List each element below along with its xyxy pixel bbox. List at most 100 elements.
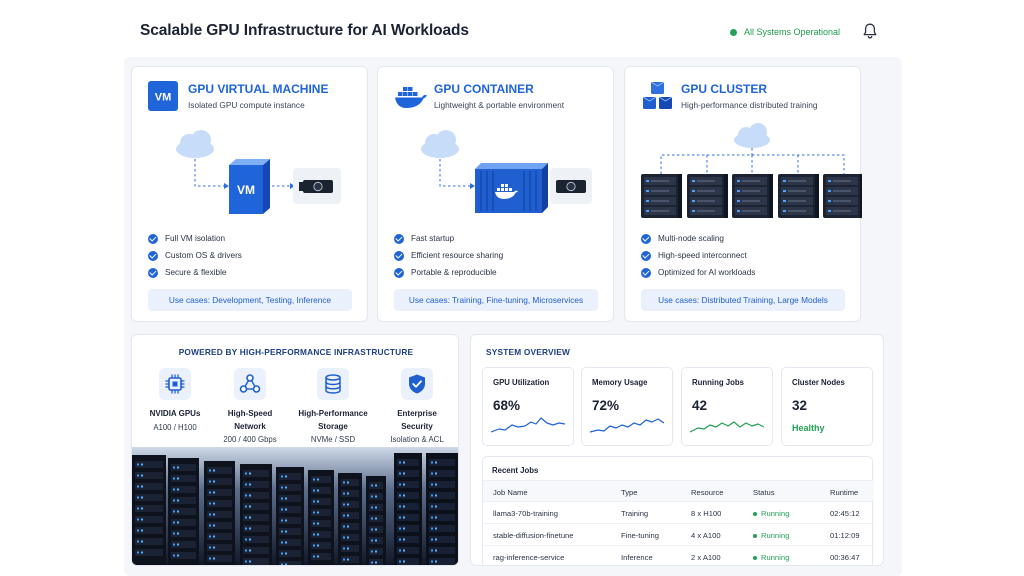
feature-item: High-speed interconnect bbox=[641, 247, 755, 264]
infrastructure-panel: POWERED BY HIGH-PERFORMANCE INFRASTRUCTU… bbox=[131, 334, 459, 566]
cluster-illustration bbox=[641, 123, 862, 218]
server-rack-icon bbox=[687, 174, 728, 218]
server-rack-icon bbox=[732, 174, 773, 218]
page-title: Scalable GPU Infrastructure for AI Workl… bbox=[140, 22, 469, 39]
cubes-cluster-icon bbox=[641, 81, 673, 111]
column-header[interactable]: Type bbox=[621, 488, 637, 497]
server-rack-icon bbox=[366, 476, 386, 565]
page-header: Scalable GPU Infrastructure for AI Workl… bbox=[0, 0, 1024, 62]
metric-label: Running Jobs bbox=[692, 378, 744, 387]
infrastructure-title: POWERED BY HIGH-PERFORMANCE INFRASTRUCTU… bbox=[178, 347, 414, 357]
infra-item-name: Enterprise Security bbox=[397, 409, 437, 431]
card-title: GPU CLUSTER bbox=[681, 82, 768, 96]
system-overview-panel: SYSTEM OVERVIEW GPU Utilization 68% Memo… bbox=[470, 334, 884, 566]
bell-icon[interactable] bbox=[862, 22, 878, 40]
job-status: Running bbox=[753, 553, 789, 562]
system-status[interactable]: All Systems Operational bbox=[730, 27, 840, 37]
job-status: Running bbox=[753, 509, 789, 518]
check-icon bbox=[641, 250, 651, 261]
check-icon bbox=[641, 267, 651, 278]
use-cases-banner: Use cases: Training, Fine-tuning, Micros… bbox=[394, 289, 598, 311]
server-rack-icon bbox=[823, 174, 862, 218]
job-resource: 2 x A100 bbox=[691, 553, 721, 562]
server-rack-icon bbox=[168, 458, 199, 565]
infra-item-storage: High-Performance Storage NVMe / SSD bbox=[293, 368, 373, 444]
sparkline-chart bbox=[690, 421, 764, 433]
docker-whale-icon bbox=[394, 81, 427, 111]
metric-value: 42 bbox=[692, 398, 708, 413]
svg-text:VM: VM bbox=[155, 92, 172, 104]
system-status-label: All Systems Operational bbox=[744, 27, 841, 37]
gpu-cluster-card[interactable]: GPU CLUSTER High-performance distributed… bbox=[624, 66, 862, 322]
check-icon bbox=[148, 267, 158, 278]
metric-card-memory-usage[interactable]: Memory Usage 72% bbox=[581, 367, 673, 446]
server-rack-icon bbox=[426, 453, 458, 565]
metric-card-gpu-utilization[interactable]: GPU Utilization 68% bbox=[482, 367, 574, 446]
feature-item: Optimized for AI workloads bbox=[641, 264, 755, 281]
card-subtitle: High-performance distributed training bbox=[681, 100, 818, 110]
infra-item-name: High-Speed Network bbox=[227, 409, 273, 431]
card-subtitle: Lightweight & portable environment bbox=[434, 100, 565, 110]
table-row[interactable]: llama3-70b-training Training 8 x H100 Ru… bbox=[483, 502, 874, 524]
job-name: stable-diffusion-finetune bbox=[493, 531, 574, 540]
cloud-icon bbox=[734, 123, 770, 148]
metric-card-cluster-nodes[interactable]: Cluster Nodes 32 Healthy bbox=[781, 367, 873, 446]
infra-item-detail: A100 / H100 bbox=[153, 422, 197, 432]
server-rack-icon bbox=[641, 174, 862, 218]
server-rack-icon bbox=[132, 455, 166, 565]
table-row[interactable]: rag-inference-service Inference 2 x A100… bbox=[483, 546, 874, 565]
job-runtime: 00:36:47 bbox=[830, 553, 860, 562]
job-type: Fine-tuning bbox=[621, 531, 659, 540]
gpu-container-card[interactable]: GPU CONTAINER Lightweight & portable env… bbox=[377, 66, 614, 322]
metric-card-running-jobs[interactable]: Running Jobs 42 bbox=[681, 367, 773, 446]
server-rack-icon bbox=[778, 174, 819, 218]
job-resource: 4 x A100 bbox=[691, 531, 721, 540]
card-title: GPU VIRTUAL MACHINE bbox=[188, 82, 329, 96]
recent-jobs-table: Recent Jobs Job Name Type Resource Statu… bbox=[482, 456, 874, 565]
column-header[interactable]: Job Name bbox=[493, 488, 528, 497]
job-name: llama3-70b-training bbox=[493, 509, 559, 518]
column-header[interactable]: Runtime bbox=[830, 488, 858, 497]
datacenter-image bbox=[132, 447, 458, 565]
infra-item-detail: NVMe / SSD bbox=[310, 435, 356, 444]
feature-list: Multi-node scaling High-speed interconne… bbox=[641, 230, 755, 281]
recent-jobs-title: Recent Jobs bbox=[492, 466, 539, 475]
server-rack-icon bbox=[308, 470, 334, 565]
check-icon bbox=[148, 250, 158, 261]
server-rack-icon bbox=[240, 464, 272, 565]
vm-cube-icon: VM bbox=[229, 159, 270, 214]
network-nodes-icon bbox=[234, 368, 266, 400]
job-name: rag-inference-service bbox=[493, 553, 565, 562]
container-illustration bbox=[421, 130, 592, 213]
job-type: Inference bbox=[621, 553, 653, 562]
metric-value: 72% bbox=[592, 398, 620, 413]
table-row[interactable]: stable-diffusion-finetune Fine-tuning 4 … bbox=[483, 524, 874, 546]
feature-item: Custom OS & drivers bbox=[148, 247, 242, 264]
server-rack-icon bbox=[394, 453, 422, 565]
infra-item-security: Enterprise Security Isolation & ACL bbox=[377, 368, 457, 444]
feature-item: Multi-node scaling bbox=[641, 230, 755, 247]
vm-icon: VM bbox=[148, 81, 178, 111]
column-header[interactable]: Status bbox=[753, 488, 775, 497]
table-header: Job Name Type Resource Status Runtime bbox=[483, 480, 874, 502]
shipping-container-icon bbox=[475, 163, 548, 213]
feature-item: Efficient resource sharing bbox=[394, 247, 503, 264]
column-header[interactable]: Resource bbox=[691, 488, 724, 497]
metric-label: Memory Usage bbox=[592, 378, 648, 387]
health-status: Healthy bbox=[792, 423, 825, 433]
use-cases-banner: Use cases: Distributed Training, Large M… bbox=[641, 289, 845, 311]
shield-check-icon bbox=[401, 368, 433, 400]
feature-item: Portable & reproducible bbox=[394, 264, 503, 281]
feature-item: Fast startup bbox=[394, 230, 503, 247]
gpu-card-icon bbox=[293, 168, 341, 204]
database-icon bbox=[317, 368, 349, 400]
metric-value: 68% bbox=[493, 398, 521, 413]
metric-value: 32 bbox=[792, 398, 808, 413]
system-overview-title: SYSTEM OVERVIEW bbox=[486, 347, 570, 357]
job-runtime: 01:12:09 bbox=[830, 531, 860, 540]
infra-item-gpus: NVIDIA GPUs A100 / H100 bbox=[135, 368, 215, 432]
server-rack-icon bbox=[641, 174, 682, 218]
gpu-vm-card[interactable]: VM GPU VIRTUAL MACHINE Isolated GPU comp… bbox=[131, 66, 368, 322]
check-icon bbox=[394, 250, 404, 261]
server-rack-icon bbox=[204, 461, 235, 565]
